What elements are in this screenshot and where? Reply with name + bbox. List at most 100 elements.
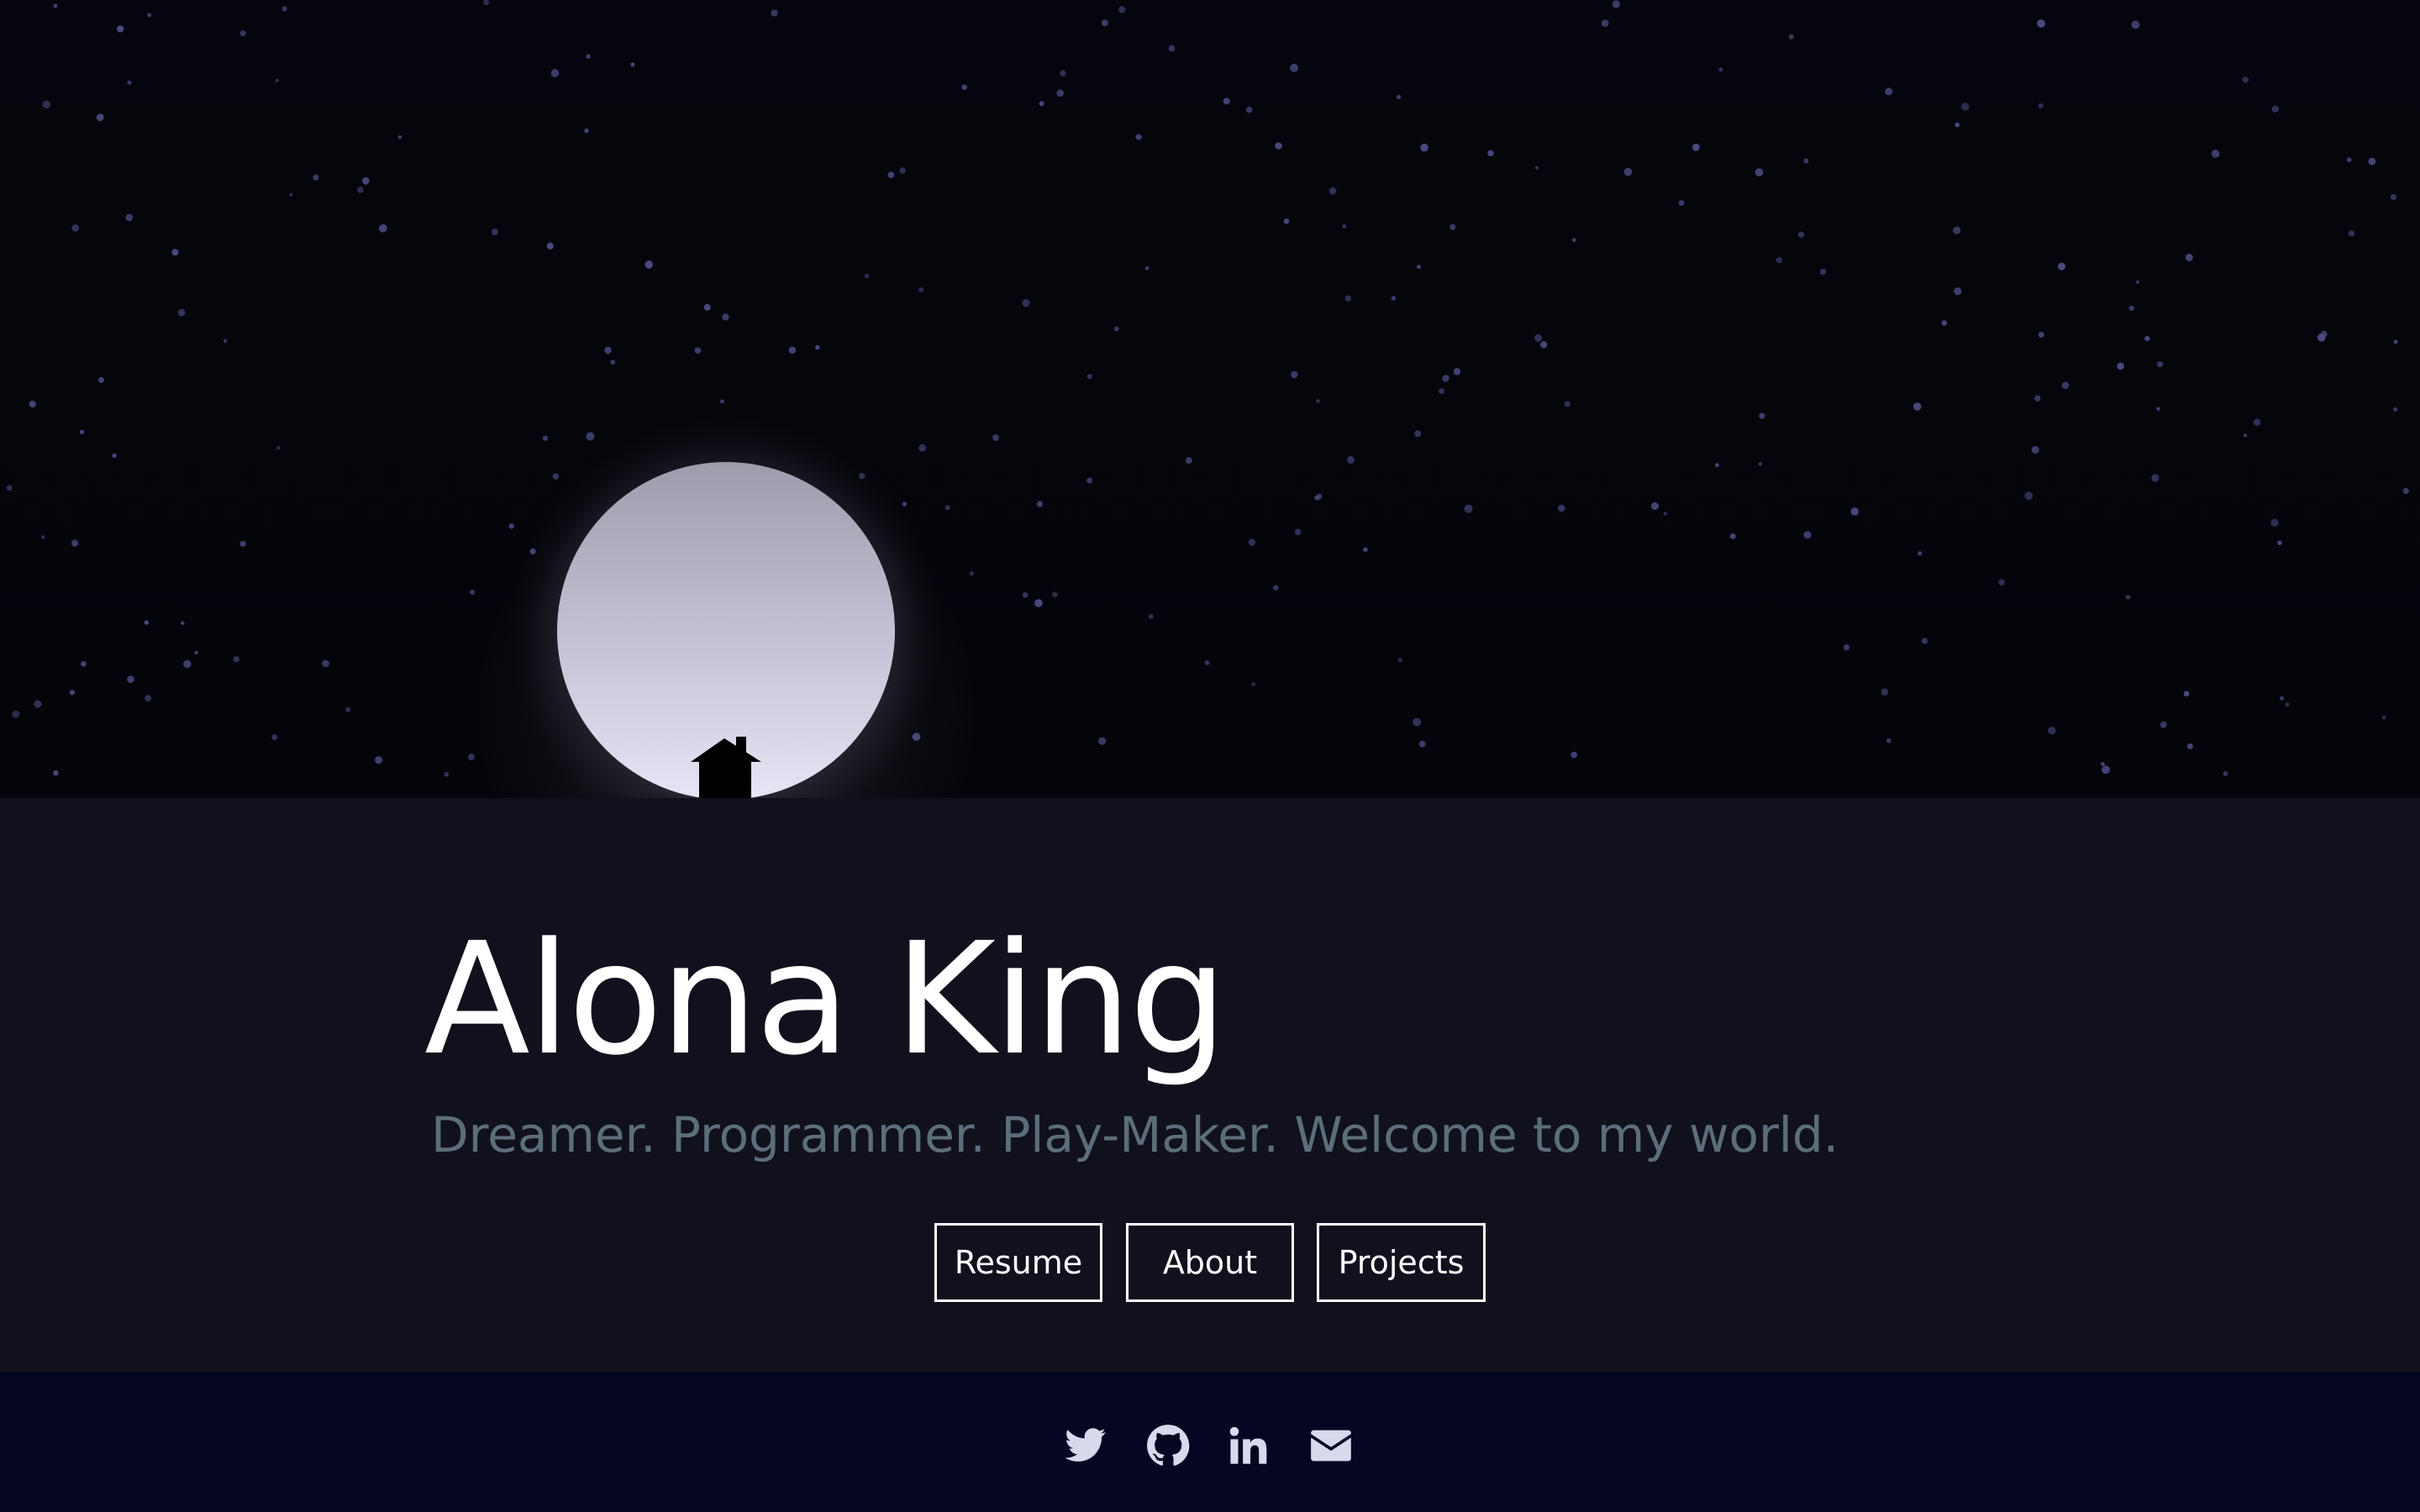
star	[918, 287, 924, 293]
star	[2058, 262, 2065, 270]
star	[1850, 507, 1859, 516]
star	[1101, 19, 1108, 27]
star	[144, 620, 149, 625]
star	[2285, 702, 2290, 707]
star	[2185, 254, 2193, 261]
star	[1453, 368, 1461, 375]
star	[71, 539, 79, 547]
projects-button[interactable]: Projects	[1317, 1223, 1486, 1302]
tagline: Dreamer. Programmer. Play-Maker. Welcome…	[431, 1106, 1839, 1163]
star	[194, 651, 198, 654]
star	[1086, 374, 1092, 380]
house-icon	[691, 737, 761, 798]
twitter-link[interactable]	[1062, 1422, 1109, 1469]
github-icon	[1147, 1425, 1190, 1466]
star	[1912, 402, 1922, 411]
star	[1397, 94, 1402, 100]
star	[944, 505, 950, 511]
star	[1204, 660, 1210, 665]
star	[1417, 265, 1422, 270]
star	[1283, 218, 1290, 224]
star	[2038, 102, 2044, 108]
star	[2393, 339, 2398, 344]
star	[1086, 477, 1093, 484]
star	[1036, 501, 1044, 507]
star	[1034, 599, 1043, 607]
star	[703, 303, 711, 311]
star	[1449, 223, 1456, 230]
star	[2128, 305, 2134, 312]
linkedin-icon	[1229, 1426, 1267, 1464]
star	[1347, 455, 1355, 464]
star	[1601, 19, 1609, 27]
star	[223, 339, 228, 344]
star	[357, 186, 364, 193]
star	[289, 192, 293, 197]
star	[887, 171, 895, 179]
star	[2390, 194, 2397, 201]
star	[69, 690, 75, 696]
star	[1953, 226, 1961, 234]
star	[1718, 67, 1723, 72]
star	[127, 80, 132, 85]
star	[42, 100, 51, 109]
star	[2402, 487, 2409, 495]
star	[2102, 765, 2110, 774]
star	[1954, 122, 1960, 128]
star	[1052, 591, 1058, 598]
star	[1248, 538, 1256, 546]
star	[1420, 144, 1428, 152]
star	[1060, 70, 1066, 76]
email-link[interactable]	[1307, 1422, 1355, 1469]
star	[2244, 433, 2248, 438]
star	[96, 113, 104, 122]
star	[788, 346, 797, 354]
star	[2346, 157, 2352, 163]
star	[362, 177, 370, 185]
night-sky-hero	[0, 0, 2420, 798]
star	[694, 347, 702, 354]
star	[1612, 0, 1620, 8]
star	[1342, 224, 1347, 228]
star	[1098, 737, 1107, 745]
star	[2125, 595, 2131, 600]
star	[2242, 76, 2249, 83]
star	[491, 228, 498, 236]
star	[1885, 87, 1893, 96]
github-link[interactable]	[1144, 1422, 1192, 1469]
star	[1729, 533, 1736, 539]
resume-button[interactable]: Resume	[934, 1223, 1102, 1302]
star	[1819, 268, 1827, 276]
star	[992, 434, 999, 441]
linkedin-link[interactable]	[1224, 1422, 1271, 1469]
star	[1797, 231, 1805, 238]
about-button[interactable]: About	[1126, 1223, 1294, 1302]
star	[1540, 341, 1548, 349]
star	[81, 661, 87, 667]
star	[1275, 142, 1282, 150]
star	[1144, 266, 1150, 270]
star	[1886, 738, 1891, 743]
star	[2061, 381, 2070, 390]
star	[1572, 238, 1576, 242]
star	[1803, 531, 1812, 539]
star	[2034, 395, 2041, 402]
star	[1391, 296, 1397, 301]
star	[1954, 287, 1962, 296]
star	[1651, 502, 1659, 510]
star	[1487, 150, 1494, 157]
star	[1056, 89, 1065, 97]
star	[125, 213, 134, 222]
star	[2270, 518, 2279, 527]
star	[375, 756, 382, 764]
star	[145, 695, 152, 702]
footer	[0, 1372, 2420, 1512]
star	[630, 62, 635, 67]
star	[2144, 335, 2150, 342]
star	[29, 401, 36, 408]
star	[1918, 551, 1923, 556]
star	[1442, 375, 1449, 382]
star	[112, 453, 117, 459]
star	[1113, 326, 1119, 332]
star	[1941, 320, 1948, 326]
